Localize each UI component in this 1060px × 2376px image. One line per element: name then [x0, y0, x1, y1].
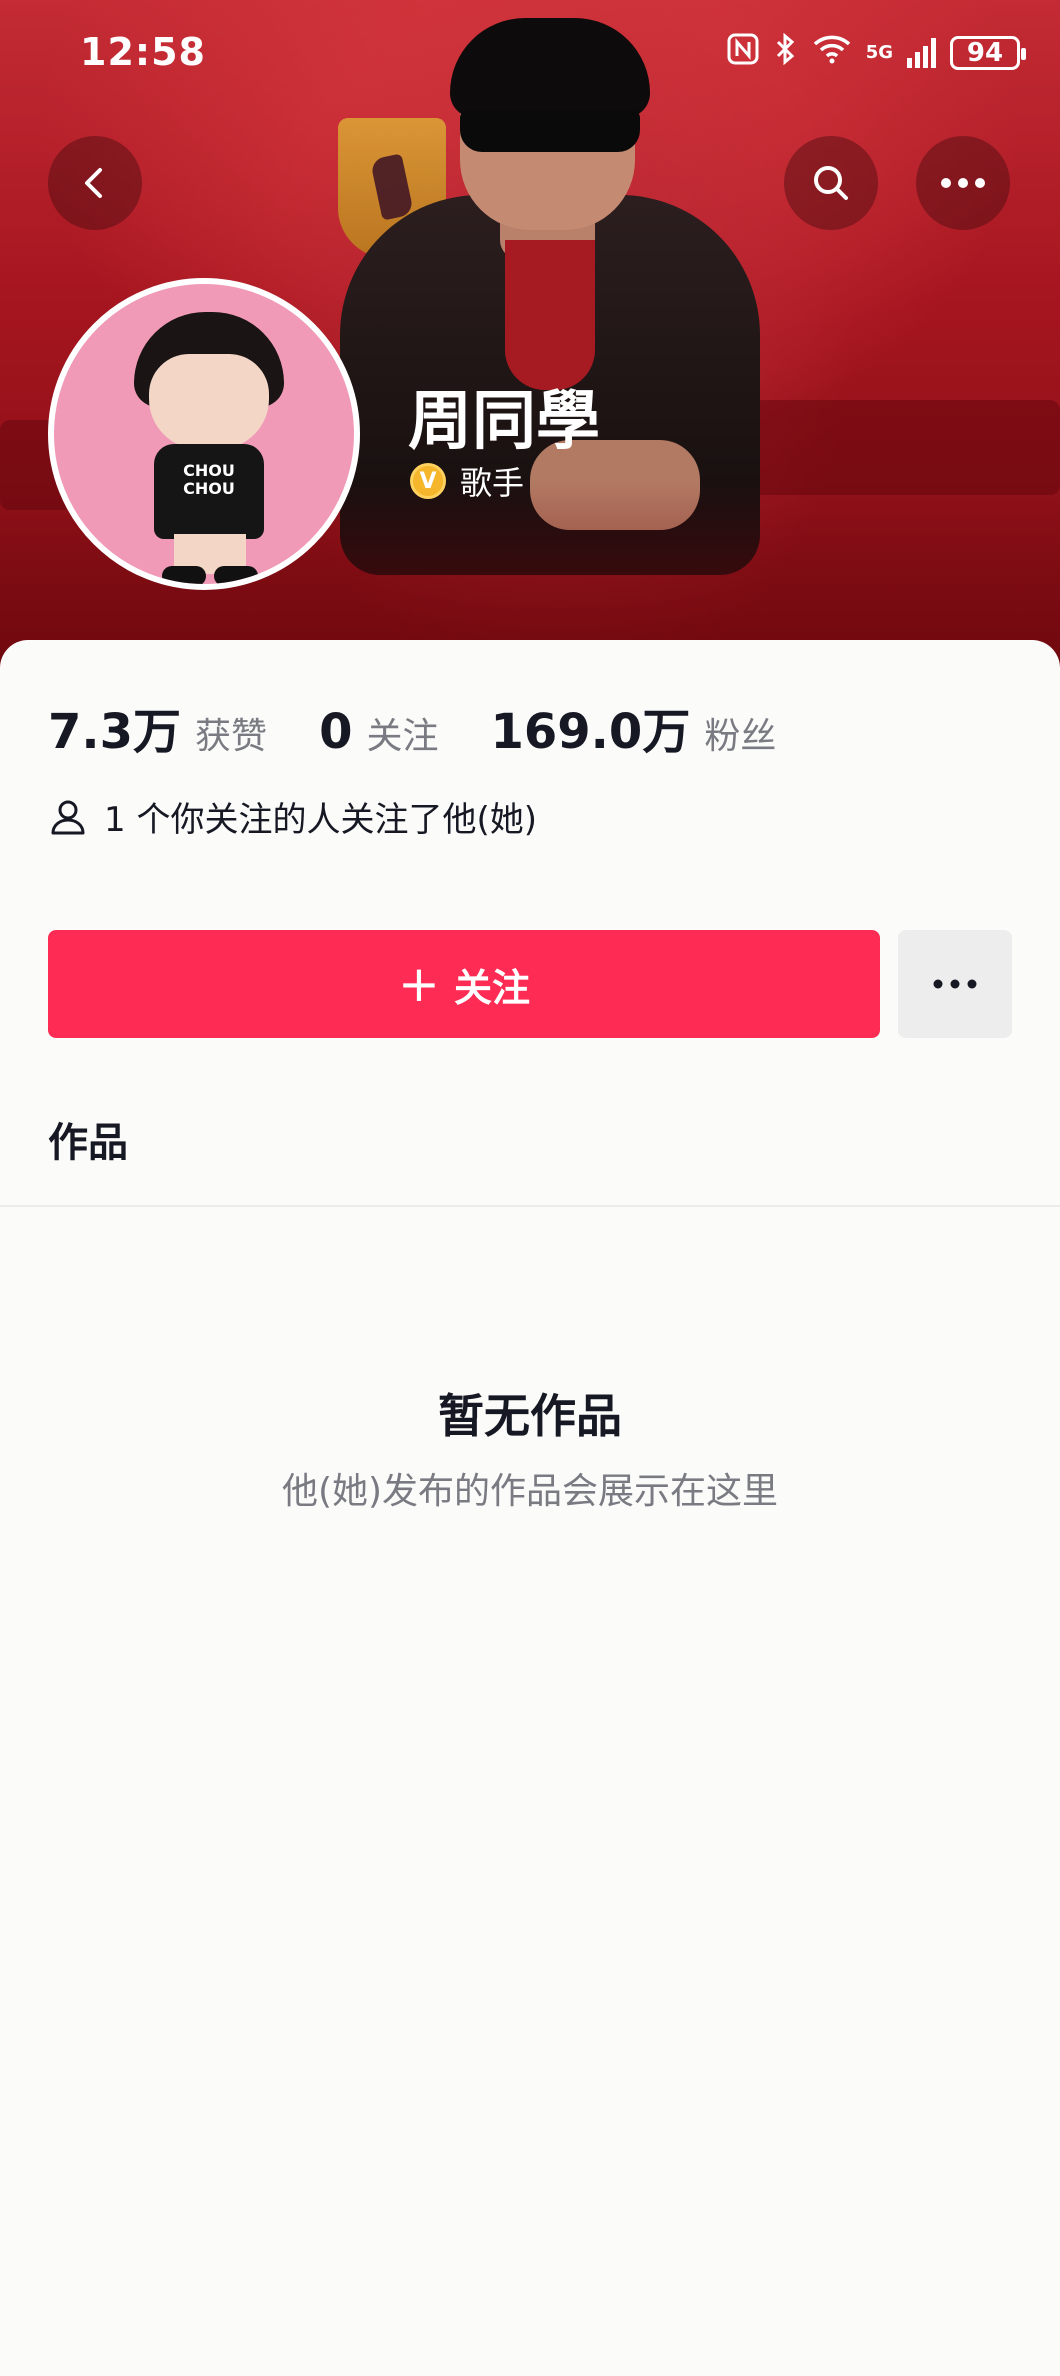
profile-stats: 7.3万 获赞 0 关注 169.0万 粉丝	[48, 692, 828, 762]
mutual-follow-info[interactable]: 1 个你关注的人关注了他(她)	[48, 792, 537, 841]
mutual-follow-text: 1 个你关注的人关注了他(她)	[104, 800, 537, 840]
follow-button[interactable]: + 关注	[48, 930, 880, 1038]
likes-label[interactable]: 获赞	[195, 707, 267, 759]
more-actions-button[interactable]	[898, 930, 1012, 1038]
more-options-button[interactable]	[916, 136, 1010, 230]
status-icons: 5G 94	[726, 32, 1026, 74]
followers-count[interactable]: 169.0万	[490, 692, 690, 762]
plus-icon: +	[398, 955, 440, 1013]
verified-badge-row: V 歌手	[410, 458, 524, 504]
bluetooth-icon	[774, 32, 798, 74]
network-type-icon: 5G	[865, 42, 893, 63]
battery-icon: 94	[950, 36, 1026, 70]
verified-v-icon: V	[410, 463, 446, 499]
chevron-left-icon	[85, 168, 102, 198]
followers-label[interactable]: 粉丝	[704, 707, 776, 759]
empty-state-subtitle: 他(她)发布的作品会展示在这里	[281, 1471, 779, 1512]
search-icon	[814, 166, 848, 200]
cellular-signal-icon	[907, 38, 936, 68]
banner-photo-person	[330, 0, 770, 575]
tab-divider	[0, 1205, 1060, 1207]
verified-label: 歌手	[460, 464, 525, 502]
back-button[interactable]	[48, 136, 142, 230]
following-count[interactable]: 0	[319, 704, 352, 760]
follow-button-label: 关注	[453, 965, 530, 1010]
profile-content-card: 7.3万 获赞 0 关注 169.0万 粉丝 1 个你关注的人关注了他(她) +…	[0, 640, 1060, 2376]
profile-name: 周同學	[408, 385, 600, 459]
search-button[interactable]	[784, 136, 878, 230]
more-horizontal-icon	[941, 178, 985, 188]
status-time: 12:58	[80, 30, 206, 74]
battery-level: 94	[966, 38, 1004, 68]
tab-works[interactable]: 作品	[48, 1110, 128, 1168]
following-label[interactable]: 关注	[366, 707, 438, 759]
empty-state-title: 暂无作品	[438, 1389, 622, 1443]
likes-count: 7.3万	[48, 704, 182, 760]
wifi-icon	[812, 33, 852, 73]
more-horizontal-icon	[933, 979, 977, 989]
nfc-icon	[726, 32, 760, 74]
profile-header-banner: 12:58 5G 94 CHOU CHOU 周同學 V 歌手	[0, 0, 1060, 680]
avatar-shirt-logo: CHOU CHOU	[183, 461, 235, 498]
person-icon	[51, 800, 85, 834]
avatar[interactable]: CHOU CHOU	[48, 278, 360, 590]
